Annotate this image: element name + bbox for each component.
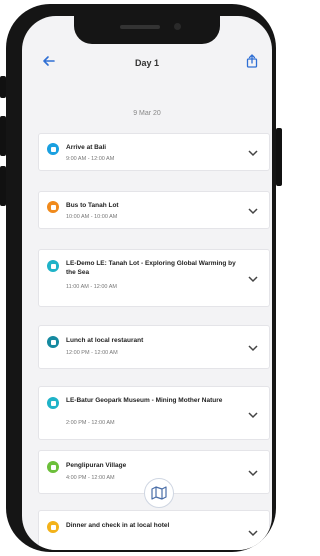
notch — [74, 16, 220, 44]
chevron-down-icon[interactable] — [247, 275, 259, 283]
restaurant-icon — [47, 336, 59, 348]
itinerary-item[interactable]: Dinner and check in at local hotel — [38, 510, 270, 550]
item-time: 2:00 PM - 12:00 AM — [66, 420, 115, 426]
item-time: 9:00 AM - 12:00 AM — [66, 156, 115, 162]
phone-frame: Day 1 9 Mar 20 Arrive at Bali 9:00 AM - … — [6, 4, 276, 552]
chevron-down-icon[interactable] — [247, 469, 259, 477]
item-title: Arrive at Bali — [66, 144, 107, 151]
app-bar: Day 1 — [22, 46, 272, 80]
speaker — [120, 25, 160, 29]
activity-icon — [47, 397, 59, 409]
bus-icon — [47, 201, 59, 213]
itinerary-item[interactable]: LE-Demo LE: Tanah Lot - Exploring Global… — [38, 249, 270, 307]
camera — [174, 23, 181, 30]
item-title: Bus to Tanah Lot — [66, 202, 119, 209]
itinerary-item[interactable]: LE-Batur Geopark Museum - Mining Mother … — [38, 386, 270, 440]
map-button[interactable] — [144, 478, 174, 508]
item-time: 10:00 AM - 10:00 AM — [66, 214, 118, 220]
chevron-down-icon[interactable] — [247, 149, 259, 157]
hotel-icon — [47, 521, 59, 533]
date-label: 9 Mar 20 — [133, 110, 161, 117]
item-time: 11:00 AM - 12:00 AM — [66, 284, 117, 290]
map-icon — [151, 486, 167, 500]
share-icon[interactable] — [246, 54, 260, 70]
phone-screen: Day 1 9 Mar 20 Arrive at Bali 9:00 AM - … — [22, 16, 272, 550]
item-time: 4:00 PM - 12:00 AM — [66, 475, 115, 481]
itinerary-item[interactable]: Arrive at Bali 9:00 AM - 12:00 AM — [38, 133, 270, 171]
itinerary-item[interactable]: Bus to Tanah Lot 10:00 AM - 10:00 AM — [38, 191, 270, 229]
item-title: Lunch at local restaurant — [66, 337, 144, 344]
chevron-down-icon[interactable] — [247, 411, 259, 419]
chevron-down-icon[interactable] — [247, 529, 259, 537]
activity-icon — [47, 260, 59, 272]
plane-icon — [47, 143, 59, 155]
item-time: 12:00 PM - 12:00 AM — [66, 350, 118, 356]
itinerary-item[interactable]: Lunch at local restaurant 12:00 PM - 12:… — [38, 325, 270, 369]
phone-power-button — [276, 128, 282, 186]
village-icon — [47, 461, 59, 473]
back-arrow-icon[interactable] — [42, 54, 58, 70]
item-title: LE-Demo LE: Tanah Lot - Exploring Global… — [66, 260, 236, 276]
page-title: Day 1 — [134, 58, 160, 68]
chevron-down-icon[interactable] — [247, 207, 259, 215]
item-title: Penglipuran Village — [66, 462, 127, 469]
item-title: Dinner and check in at local hotel — [66, 522, 170, 529]
chevron-down-icon[interactable] — [247, 344, 259, 352]
item-title: LE-Batur Geopark Museum - Mining Mother … — [66, 397, 223, 404]
